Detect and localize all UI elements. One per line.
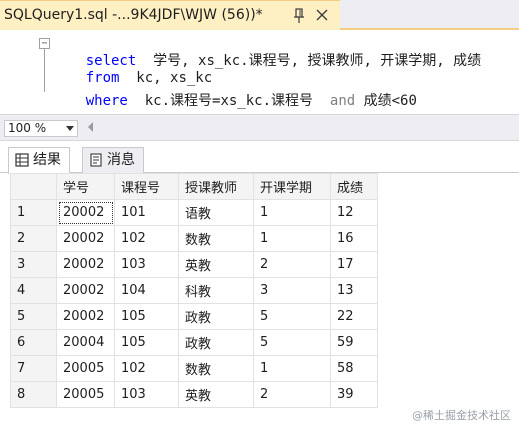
grid-body: 1 20002 101 语教 1 12 2 20002 102 数教 1 16 3 20002 103 英教 2… bbox=[10, 199, 378, 408]
tab-results[interactable]: 结果 bbox=[8, 147, 70, 174]
column-header[interactable]: 开课学期 bbox=[253, 173, 331, 200]
grid-cell[interactable]: 20002 bbox=[56, 303, 115, 330]
grid-cell[interactable]: 20002 bbox=[56, 199, 115, 226]
grid-cell[interactable]: 102 bbox=[114, 355, 179, 382]
grid-cell[interactable]: 1 bbox=[253, 355, 331, 382]
table-row[interactable]: 8 20005 103 英教 2 39 bbox=[10, 381, 378, 408]
message-icon bbox=[90, 153, 102, 167]
row-number[interactable]: 4 bbox=[10, 277, 57, 304]
grid-cell[interactable]: 2 bbox=[253, 251, 331, 278]
grid-cell[interactable]: 1 bbox=[253, 225, 331, 252]
grid-cell[interactable]: 20004 bbox=[56, 329, 115, 356]
grid-cell[interactable]: 20002 bbox=[56, 225, 115, 252]
grid-cell[interactable]: 105 bbox=[114, 329, 179, 356]
grid-cell[interactable]: 104 bbox=[114, 277, 179, 304]
zoom-select[interactable]: 100 % bbox=[4, 120, 78, 137]
table-row[interactable]: 5 20002 105 政教 5 22 bbox=[10, 303, 378, 330]
document-tab[interactable]: SQLQuery1.sql -...9K4JDF\WJW (56))* bbox=[0, 0, 340, 30]
column-header[interactable]: 成绩 bbox=[330, 173, 378, 200]
table-row[interactable]: 7 20005 102 数教 1 58 bbox=[10, 355, 378, 382]
table-row[interactable]: 1 20002 101 语教 1 12 bbox=[10, 199, 378, 226]
grid-cell[interactable]: 20005 bbox=[56, 355, 115, 382]
tab-messages-label: 消息 bbox=[107, 152, 135, 168]
results-pane: 结果 消息 学号 课程号 授课教师 开课学期 成绩 1 20002 101 语教 1 12… bbox=[0, 140, 519, 433]
grid-cell[interactable]: 13 bbox=[330, 277, 378, 304]
grid-cell[interactable]: 科教 bbox=[178, 277, 254, 304]
grid-cell[interactable]: 20005 bbox=[56, 381, 115, 408]
close-icon[interactable] bbox=[315, 8, 329, 22]
grid-cell[interactable]: 2 bbox=[253, 381, 331, 408]
table-row[interactable]: 2 20002 102 数教 1 16 bbox=[10, 225, 378, 252]
document-tab-title: SQLQuery1.sql -...9K4JDF\WJW (56))* bbox=[4, 7, 263, 23]
column-header[interactable]: 授课教师 bbox=[178, 173, 254, 200]
grid-cell[interactable]: 语教 bbox=[178, 199, 254, 226]
table-row[interactable]: 6 20004 105 政教 5 59 bbox=[10, 329, 378, 356]
row-number[interactable]: 3 bbox=[10, 251, 57, 278]
grid-cell[interactable]: 数教 bbox=[178, 225, 254, 252]
grid-cell[interactable]: 101 bbox=[114, 199, 179, 226]
grid-cell[interactable]: 政教 bbox=[178, 329, 254, 356]
row-number[interactable]: 5 bbox=[10, 303, 57, 330]
table-row[interactable]: 3 20002 103 英教 2 17 bbox=[10, 251, 378, 278]
grid-corner[interactable] bbox=[10, 173, 57, 200]
grid-cell[interactable]: 58 bbox=[330, 355, 378, 382]
grid-cell[interactable]: 39 bbox=[330, 381, 378, 408]
grid-cell[interactable]: 英教 bbox=[178, 251, 254, 278]
grid-cell[interactable]: 20002 bbox=[56, 277, 115, 304]
zoom-bar: 100 % bbox=[0, 114, 519, 140]
grid-cell[interactable]: 105 bbox=[114, 303, 179, 330]
pin-icon[interactable] bbox=[292, 8, 306, 24]
table-row[interactable]: 4 20002 104 科教 3 13 bbox=[10, 277, 378, 304]
row-number[interactable]: 2 bbox=[10, 225, 57, 252]
grid-cell[interactable]: 3 bbox=[253, 277, 331, 304]
grid-cell[interactable]: 102 bbox=[114, 225, 179, 252]
grid-cell[interactable]: 103 bbox=[114, 251, 179, 278]
scroll-left-arrow-icon[interactable] bbox=[88, 122, 93, 132]
grid-icon bbox=[15, 153, 29, 167]
row-number[interactable]: 1 bbox=[10, 199, 57, 226]
grid-cell[interactable]: 数教 bbox=[178, 355, 254, 382]
watermark: @稀土掘金技术社区 bbox=[412, 409, 511, 422]
tab-results-label: 结果 bbox=[33, 152, 61, 168]
collapse-outline-icon[interactable]: − bbox=[39, 38, 50, 49]
editor-gutter bbox=[0, 32, 40, 114]
row-number[interactable]: 8 bbox=[10, 381, 57, 408]
results-grid[interactable]: 学号 课程号 授课教师 开课学期 成绩 1 20002 101 语教 1 12 2 20002… bbox=[10, 173, 378, 408]
keyword-where: where bbox=[85, 93, 128, 109]
grid-cell[interactable]: 17 bbox=[330, 251, 378, 278]
grid-cell[interactable]: 16 bbox=[330, 225, 378, 252]
grid-cell[interactable]: 政教 bbox=[178, 303, 254, 330]
grid-header-row: 学号 课程号 授课教师 开课学期 成绩 bbox=[10, 173, 378, 200]
row-number[interactable]: 7 bbox=[10, 355, 57, 382]
sql-editor[interactable]: − select 学号, xs_kc.课程号, 授课教师, 开课学期, 成绩 f… bbox=[0, 32, 519, 114]
grid-cell[interactable]: 59 bbox=[330, 329, 378, 356]
grid-cell[interactable]: 22 bbox=[330, 303, 378, 330]
row-number[interactable]: 6 bbox=[10, 329, 57, 356]
results-tab-bar: 结果 消息 bbox=[0, 147, 519, 174]
grid-cell[interactable]: 5 bbox=[253, 329, 331, 356]
column-header[interactable]: 学号 bbox=[56, 173, 115, 200]
grid-cell[interactable]: 5 bbox=[253, 303, 331, 330]
chevron-down-icon[interactable] bbox=[66, 126, 74, 131]
grid-cell[interactable]: 英教 bbox=[178, 381, 254, 408]
grid-cell[interactable]: 20002 bbox=[56, 251, 115, 278]
document-tab-strip: SQLQuery1.sql -...9K4JDF\WJW (56))* bbox=[0, 0, 519, 30]
zoom-value: 100 % bbox=[8, 121, 47, 135]
keyword-and: and bbox=[329, 93, 356, 109]
grid-cell[interactable]: 103 bbox=[114, 381, 179, 408]
column-header[interactable]: 课程号 bbox=[114, 173, 179, 200]
tab-messages[interactable]: 消息 bbox=[82, 147, 144, 173]
grid-cell[interactable]: 1 bbox=[253, 199, 331, 226]
code-text: kc.课程号=xs_kc.课程号 bbox=[127, 93, 330, 109]
code-text: 成绩<60 bbox=[355, 93, 417, 109]
grid-cell[interactable]: 12 bbox=[330, 199, 378, 226]
